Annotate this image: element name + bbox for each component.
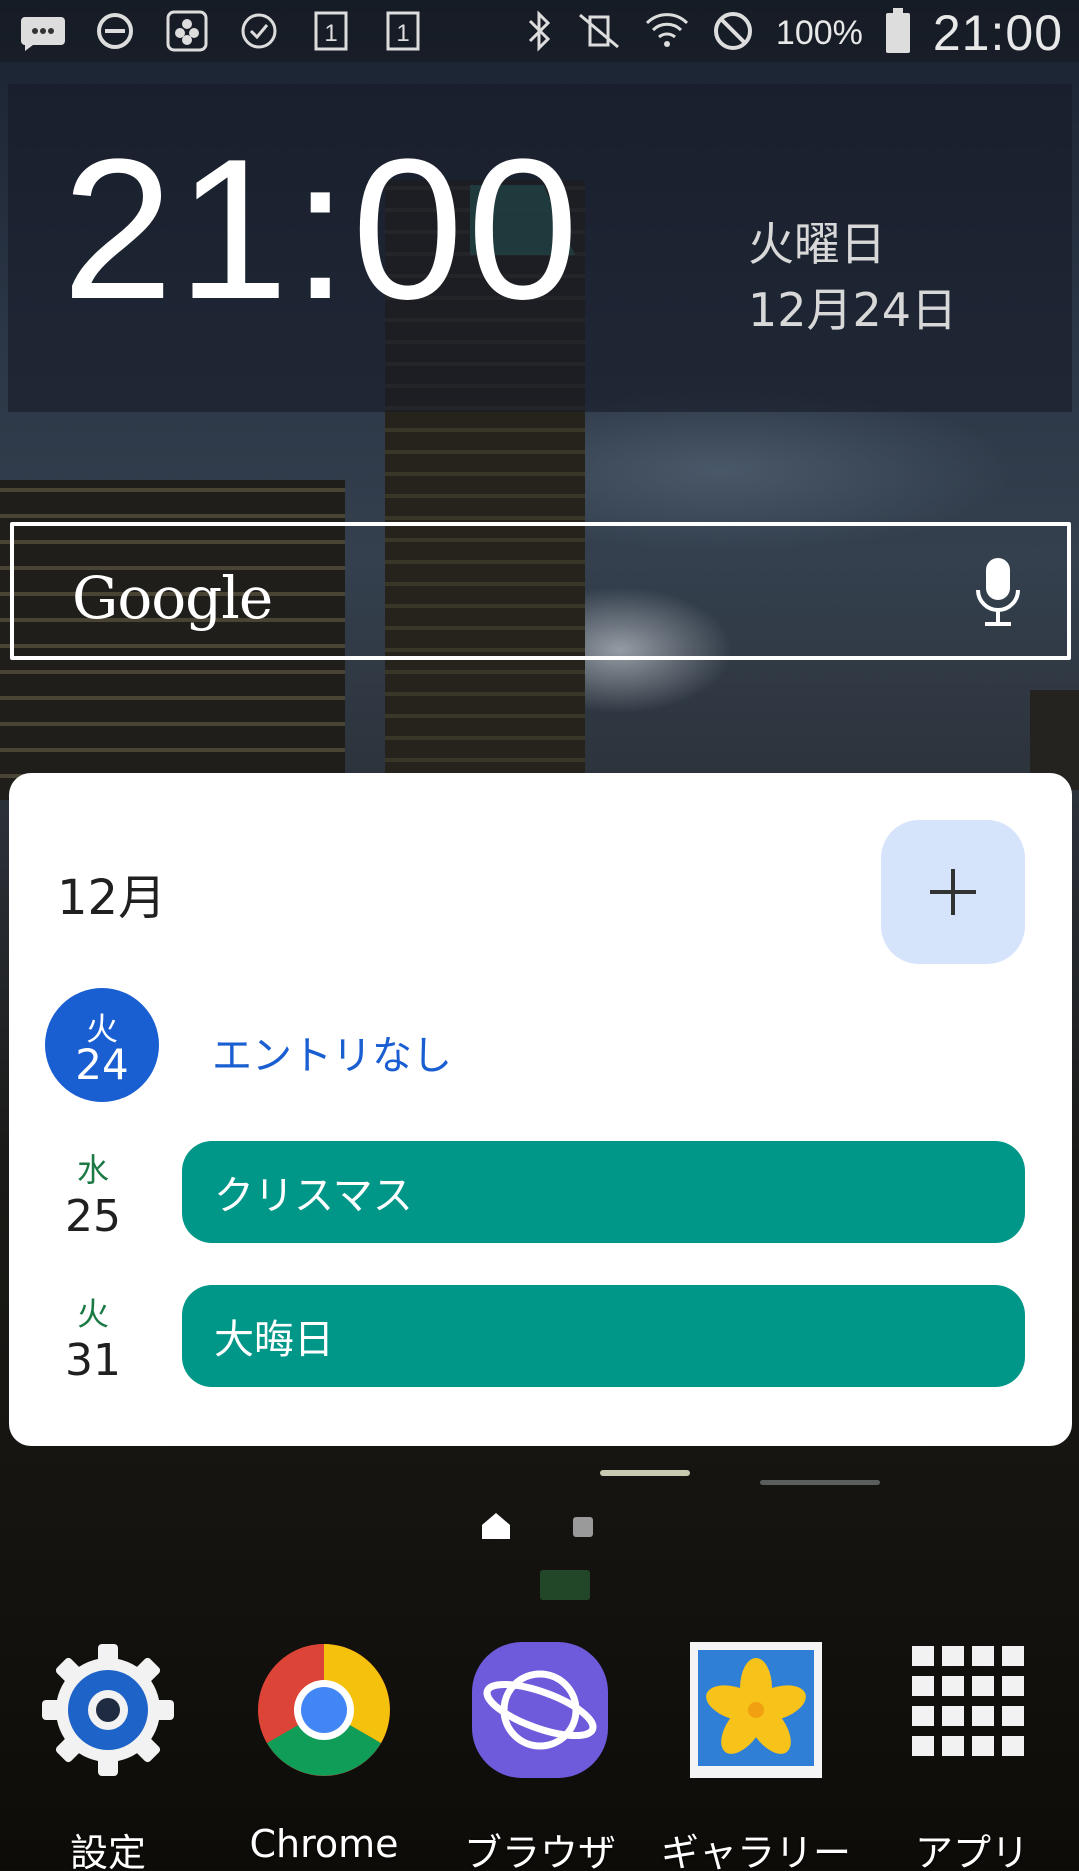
chrome-icon bbox=[252, 1638, 396, 1782]
dock-settings[interactable]: 設定 bbox=[8, 1638, 208, 1871]
settings-gear-icon bbox=[36, 1638, 180, 1782]
wifi-icon bbox=[644, 9, 690, 57]
dock-label: アプリ bbox=[914, 1831, 1029, 1871]
wallpaper-water-light bbox=[540, 1570, 590, 1600]
bluetooth-icon bbox=[524, 9, 554, 57]
home-page-indicator-icon[interactable] bbox=[481, 1512, 511, 1540]
calendar-widget[interactable]: 12月 火 24 エントリなし 水 25 クリスマス 火 31 大晦日 bbox=[9, 773, 1072, 1446]
svg-text:1: 1 bbox=[324, 20, 337, 47]
date-day: 31 bbox=[65, 1335, 121, 1386]
dock-label: 設定 bbox=[69, 1831, 146, 1871]
sim1-icon: 1 bbox=[378, 8, 428, 54]
page-indicator-dot[interactable] bbox=[573, 1517, 593, 1537]
check-circle-icon bbox=[234, 8, 284, 54]
add-event-button[interactable] bbox=[881, 820, 1025, 964]
event-christmas[interactable]: クリスマス bbox=[182, 1141, 1025, 1243]
dock-browser[interactable]: ブラウザ bbox=[440, 1638, 640, 1871]
message-icon bbox=[18, 8, 68, 54]
date-label: 水 25 bbox=[37, 1145, 149, 1242]
svg-text:1: 1 bbox=[396, 20, 409, 47]
dock-chrome[interactable]: Chrome bbox=[224, 1638, 424, 1866]
app-grid-icon bbox=[900, 1638, 1044, 1782]
no-entries-text[interactable]: エントリなし bbox=[212, 1023, 452, 1081]
blocked-icon bbox=[712, 10, 754, 56]
date-weekday: 火 bbox=[76, 1295, 109, 1333]
dock-apps[interactable]: アプリ bbox=[872, 1638, 1072, 1871]
dock-gallery[interactable]: ギャラリー bbox=[656, 1638, 856, 1871]
google-logo: Google bbox=[72, 564, 273, 632]
browser-planet-icon bbox=[468, 1638, 612, 1782]
vibrate-mute-icon bbox=[576, 11, 622, 55]
event-title: クリスマス bbox=[214, 1173, 413, 1219]
sim1-icon: 1 bbox=[306, 8, 356, 54]
dock-label: ブラウザ bbox=[463, 1831, 616, 1871]
mic-icon[interactable] bbox=[973, 556, 1023, 636]
status-bar: 1 1 100% 21:00 bbox=[0, 0, 1079, 62]
battery-percent: 100% bbox=[775, 13, 863, 52]
clock-date: 12月24日 bbox=[748, 283, 958, 337]
google-search-bar[interactable]: Google bbox=[10, 522, 1071, 660]
today-date-badge[interactable]: 火 24 bbox=[45, 988, 159, 1102]
wallpaper-water-light bbox=[760, 1480, 880, 1485]
date-day: 25 bbox=[65, 1191, 121, 1242]
calendar-month: 12月 bbox=[57, 870, 167, 926]
flower-app-icon bbox=[162, 8, 212, 54]
dock-label: Chrome bbox=[249, 1822, 399, 1866]
date-weekday: 水 bbox=[76, 1151, 109, 1189]
battery-icon bbox=[885, 8, 911, 58]
gallery-flower-icon bbox=[684, 1638, 828, 1782]
do-not-disturb-icon bbox=[90, 8, 140, 54]
today-day: 24 bbox=[75, 1040, 129, 1089]
clock-time[interactable]: 21:00 bbox=[62, 130, 583, 330]
wallpaper-water-light bbox=[600, 1470, 690, 1476]
clock-weekday: 火曜日 bbox=[748, 217, 886, 271]
plus-icon bbox=[930, 869, 976, 915]
event-title: 大晦日 bbox=[214, 1317, 334, 1363]
status-time: 21:00 bbox=[932, 5, 1063, 61]
event-new-years-eve[interactable]: 大晦日 bbox=[182, 1285, 1025, 1387]
date-label: 火 31 bbox=[37, 1289, 149, 1386]
dock-label: ギャラリー bbox=[660, 1831, 851, 1871]
